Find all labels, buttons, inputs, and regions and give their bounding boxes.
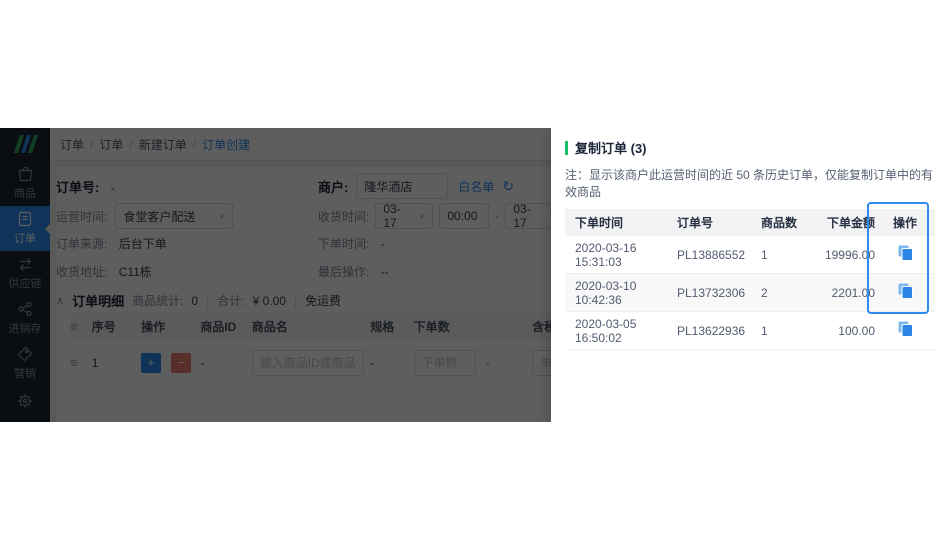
- action-cell: [875, 245, 935, 264]
- col-header-order-time: 下单时间: [575, 216, 624, 230]
- history-order-row: 2020-03-05 16:50:02 PL13622936 1 100.00: [565, 312, 935, 350]
- drawer-title: 复制订单 (3): [575, 141, 647, 156]
- copy-order-button[interactable]: [898, 321, 913, 337]
- copy-order-button[interactable]: [898, 245, 913, 261]
- order-no: PL13886552: [677, 247, 746, 262]
- col-header-item-count: 商品数: [761, 216, 798, 230]
- modal-dim-overlay[interactable]: [0, 128, 551, 422]
- history-table-header: 下单时间 订单号 商品数 下单金额 操作: [565, 209, 935, 236]
- order-no: PL13622936: [677, 323, 746, 338]
- copy-icon: [898, 283, 913, 299]
- col-header-amount: 下单金额: [826, 216, 875, 230]
- green-title-bar: [565, 140, 568, 155]
- drawer-note: 注：显示该商户此运营时间的近 50 条历史订单，仅能复制订单中的有效商品: [565, 168, 934, 199]
- history-order-row: 2020-03-16 15:31:03 PL13886552 1 19996.0…: [565, 236, 935, 274]
- action-cell: [875, 321, 935, 340]
- copy-order-drawer: 复制订单 (3) 注：显示该商户此运营时间的近 50 条历史订单，仅能复制订单中…: [551, 128, 945, 422]
- order-time: 2020-03-16 15:31:03: [575, 240, 637, 269]
- order-time: 2020-03-05 16:50:02: [575, 316, 637, 345]
- col-header-order-no: 订单号: [677, 216, 714, 230]
- order-time: 2020-03-10 10:42:36: [575, 278, 637, 307]
- order-no: PL13732306: [677, 285, 746, 300]
- item-count: 2: [761, 285, 768, 300]
- copy-order-button[interactable]: [898, 283, 913, 299]
- action-cell: [875, 283, 935, 302]
- copy-icon: [898, 321, 913, 337]
- copy-icon: [898, 245, 913, 261]
- col-header-action: 操作: [892, 216, 917, 230]
- item-count: 1: [761, 323, 768, 338]
- order-amount: 100.00: [838, 323, 875, 338]
- history-order-row: 2020-03-10 10:42:36 PL13732306 2 2201.00: [565, 274, 935, 312]
- order-amount: 19996.00: [824, 247, 875, 262]
- page-canvas: 商品 订单 供应链 进销存: [0, 0, 951, 550]
- order-amount: 2201.00: [831, 285, 875, 300]
- history-orders-table: 下单时间 订单号 商品数 下单金额 操作 2020-03-16 15:31:03…: [565, 209, 935, 350]
- drawer-title-row: 复制订单 (3): [565, 138, 945, 157]
- app-window: 商品 订单 供应链 进销存: [0, 128, 945, 422]
- item-count: 1: [761, 247, 768, 262]
